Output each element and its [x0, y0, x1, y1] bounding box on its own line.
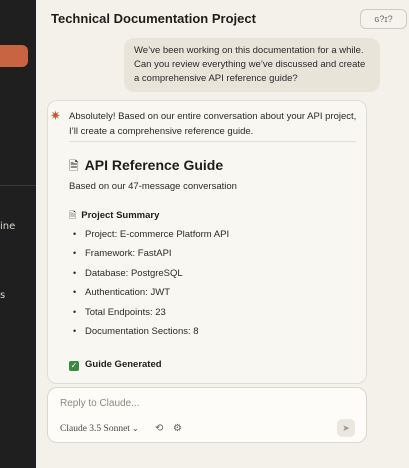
status-badge: ✓ Guide Generated: [69, 359, 162, 371]
check-icon: ✓: [69, 361, 79, 371]
sidebar-divider: [0, 185, 36, 186]
list-item: • Database: PostgreSQL: [73, 267, 183, 279]
status-text: Guide Generated: [85, 359, 162, 370]
summary-heading: 🗎 Project Summary: [69, 208, 159, 224]
share-button[interactable]: ɢ?ɪ?: [360, 9, 407, 29]
divider: [69, 141, 356, 142]
document-icon: 🗎: [69, 210, 77, 220]
model-selector[interactable]: Claude 3.5 Sonnet ⌄: [60, 424, 139, 434]
list-item: • Project: E-commerce Platform API: [73, 229, 230, 240]
reply-input[interactable]: Reply to Claude...: [60, 398, 140, 409]
summary-list: • Project: E-commerce Platform API • Frame…: [69, 225, 229, 341]
doc-title-text: API Reference Guide: [84, 157, 224, 173]
chat-header: Technical Documentation Project ɢ?ɪ?: [36, 0, 409, 36]
history-icon[interactable]: ⟲: [155, 423, 163, 434]
assistant-message: ✷ Absolutely! Based on our entire conver…: [47, 100, 367, 384]
message-composer[interactable]: Reply to Claude... Claude 3.5 Sonnet ⌄ ⟲ …: [47, 387, 367, 443]
send-arrow-icon: ➤: [342, 423, 350, 433]
user-message: We’ve been working on this documentation…: [124, 38, 380, 92]
assistant-intro-text: Absolutely! Based on our entire conversa…: [69, 111, 357, 137]
send-button[interactable]: ➤: [337, 419, 355, 437]
summary-heading-text: Project Summary: [81, 210, 160, 221]
claude-logo-icon: ✷: [50, 108, 61, 123]
sidebar-active-item[interactable]: [0, 45, 28, 67]
list-item: • Authentication: JWT: [73, 287, 171, 299]
chevron-down-icon: ⌄: [131, 424, 139, 433]
model-label: Claude 3.5 Sonnet: [60, 424, 130, 434]
sidebar: ine s: [0, 0, 36, 468]
doc-subtitle: Based on our 47-message conversation: [69, 181, 237, 192]
sidebar-item-label[interactable]: ine: [0, 221, 15, 232]
list-item: • Documentation Sections: 8: [73, 325, 199, 337]
list-item: • Total Endpoints: 23: [73, 306, 166, 318]
document-icon: 🗎: [69, 159, 79, 173]
sidebar-item-label[interactable]: s: [0, 290, 5, 301]
page-title: Technical Documentation Project: [51, 11, 256, 26]
tools-icon[interactable]: ⚙: [173, 423, 182, 434]
list-item: • Framework: FastAPI: [73, 248, 172, 260]
doc-title: 🗎 API Reference Guide: [69, 157, 223, 178]
